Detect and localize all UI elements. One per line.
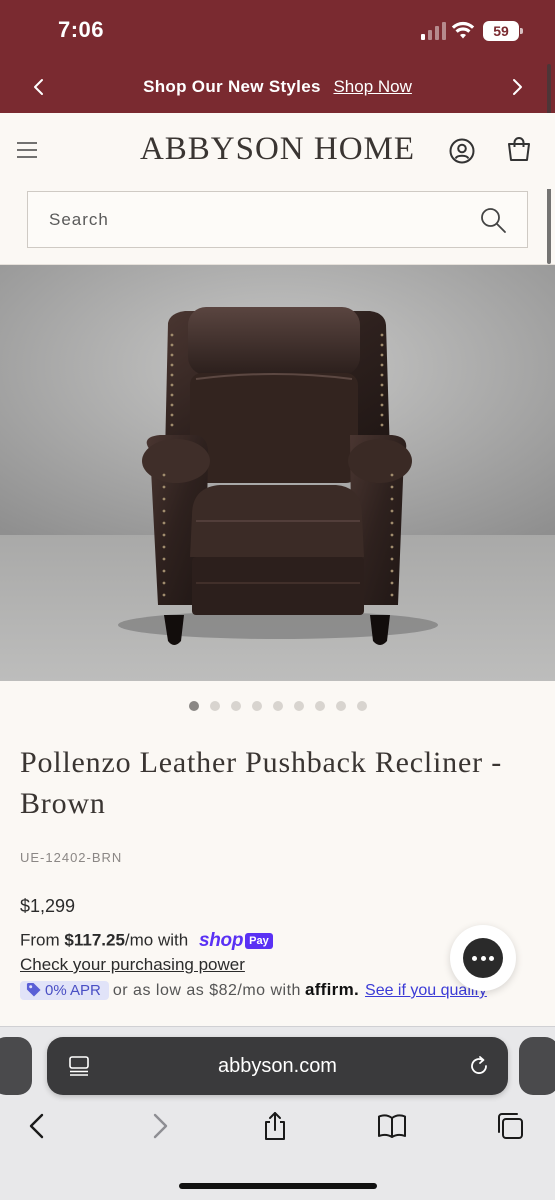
account-icon[interactable] — [448, 137, 476, 165]
cellular-signal-icon — [421, 22, 446, 40]
affirm-text: or as low as $82/mo with — [112, 982, 301, 999]
chevron-right-icon[interactable] — [504, 74, 530, 100]
gallery-dot[interactable] — [356, 701, 367, 711]
product-title: Pollenzo Leather Pushback Recliner - Bro… — [20, 746, 502, 820]
battery-indicator: 59 — [483, 21, 523, 41]
bookmarks-icon[interactable] — [377, 1111, 407, 1141]
apr-badge: 0% APR — [20, 981, 109, 1000]
shop-pay-amount: $117.25 — [64, 930, 125, 950]
gallery-dot[interactable] — [335, 701, 346, 711]
forward-icon[interactable] — [144, 1111, 174, 1141]
tabs-icon[interactable] — [495, 1111, 525, 1141]
chat-button[interactable] — [450, 925, 516, 991]
status-time: 7:06 — [58, 17, 105, 42]
previous-tab-preview[interactable] — [0, 1037, 32, 1095]
url-text: abbyson.com — [218, 1055, 337, 1077]
site-header: ABBYSON HOME — [0, 113, 555, 189]
gallery-dot[interactable] — [230, 701, 241, 711]
promo-banner: Shop Our New Styles Shop Now — [0, 62, 555, 113]
shop-pay-badge: Pay — [245, 933, 273, 949]
affirm-logo: affirm. — [304, 980, 360, 999]
product-sku: UE-12402-BRN — [20, 850, 123, 865]
top-banner-area: 7:06 59 Shop Our New Styles Shop Now — [0, 0, 555, 113]
gallery-dot[interactable] — [293, 701, 304, 711]
shop-pay-installments: From $117.25/mo with shop Pay — [20, 930, 273, 952]
promo-title: Shop Our New Styles — [143, 77, 321, 96]
search-icon[interactable] — [479, 206, 507, 234]
home-indicator — [179, 1183, 377, 1189]
shop-pay-prefix: From — [20, 930, 60, 950]
shopping-bag-icon[interactable] — [505, 135, 533, 163]
recliner-photo — [0, 265, 555, 681]
share-icon[interactable] — [260, 1111, 290, 1141]
product-image[interactable] — [0, 265, 555, 681]
reload-icon[interactable] — [467, 1054, 491, 1078]
product-price: $1,299 — [20, 896, 76, 916]
search-input[interactable] — [49, 209, 429, 231]
tag-icon — [26, 982, 41, 997]
back-icon[interactable] — [23, 1111, 53, 1141]
gallery-dot[interactable] — [251, 701, 262, 711]
gallery-dot[interactable] — [209, 701, 220, 711]
gallery-dot[interactable] — [314, 701, 325, 711]
shop-pay-suffix: /mo with — [124, 930, 189, 950]
affirm-promo: 0% APR or as low as $82/mo with affirm. See… — [20, 980, 487, 1002]
status-bar: 7:06 59 — [0, 0, 555, 62]
promo-text: Shop Our New Styles Shop Now — [0, 77, 555, 97]
search-box — [27, 191, 528, 248]
wifi-icon — [451, 21, 475, 39]
check-purchasing-power-link[interactable]: Check your purchasing power — [20, 955, 245, 975]
shop-pay-logo: shop Pay — [199, 930, 273, 952]
shop-pay-brand: shop — [198, 930, 244, 951]
apr-text: 0% APR — [45, 982, 101, 999]
gallery-dot[interactable] — [188, 701, 199, 711]
address-bar[interactable]: abbyson.com — [47, 1037, 508, 1095]
gallery-pagination — [0, 701, 555, 713]
gallery-dot[interactable] — [272, 701, 283, 711]
chat-icon — [463, 938, 503, 978]
promo-shop-now-link[interactable]: Shop Now — [333, 77, 411, 96]
next-tab-preview[interactable] — [519, 1037, 555, 1095]
